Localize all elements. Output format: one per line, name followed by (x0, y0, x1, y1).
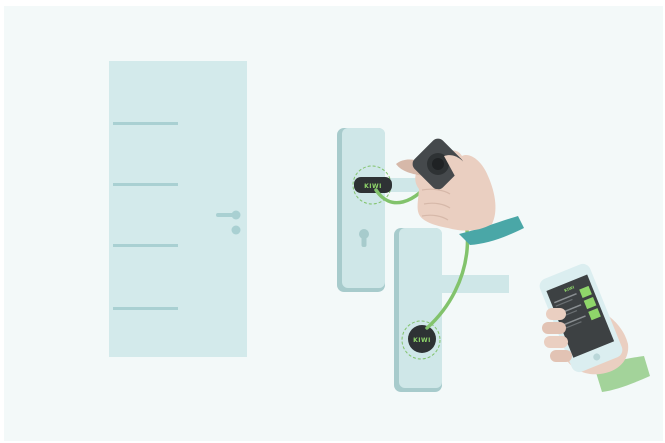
door-panel (109, 61, 247, 357)
lower-handle-lever (419, 275, 509, 293)
kiwi-access-illustration: KIWI KIWI KIWI (109, 61, 650, 392)
door-panel-line (113, 183, 178, 186)
lower-lock-plate (394, 228, 509, 392)
sensor-logo: KIWI (413, 337, 431, 344)
door-keyhole (231, 225, 241, 235)
door-panel-line (113, 244, 178, 247)
door-panel-line (113, 122, 178, 125)
hand-with-phone: KIWI (539, 263, 650, 392)
sensor-logo: KIWI (364, 183, 382, 190)
door (109, 61, 247, 357)
illustration-canvas: KIWI KIWI KIWI (4, 6, 663, 441)
door-panel-line (113, 307, 178, 310)
